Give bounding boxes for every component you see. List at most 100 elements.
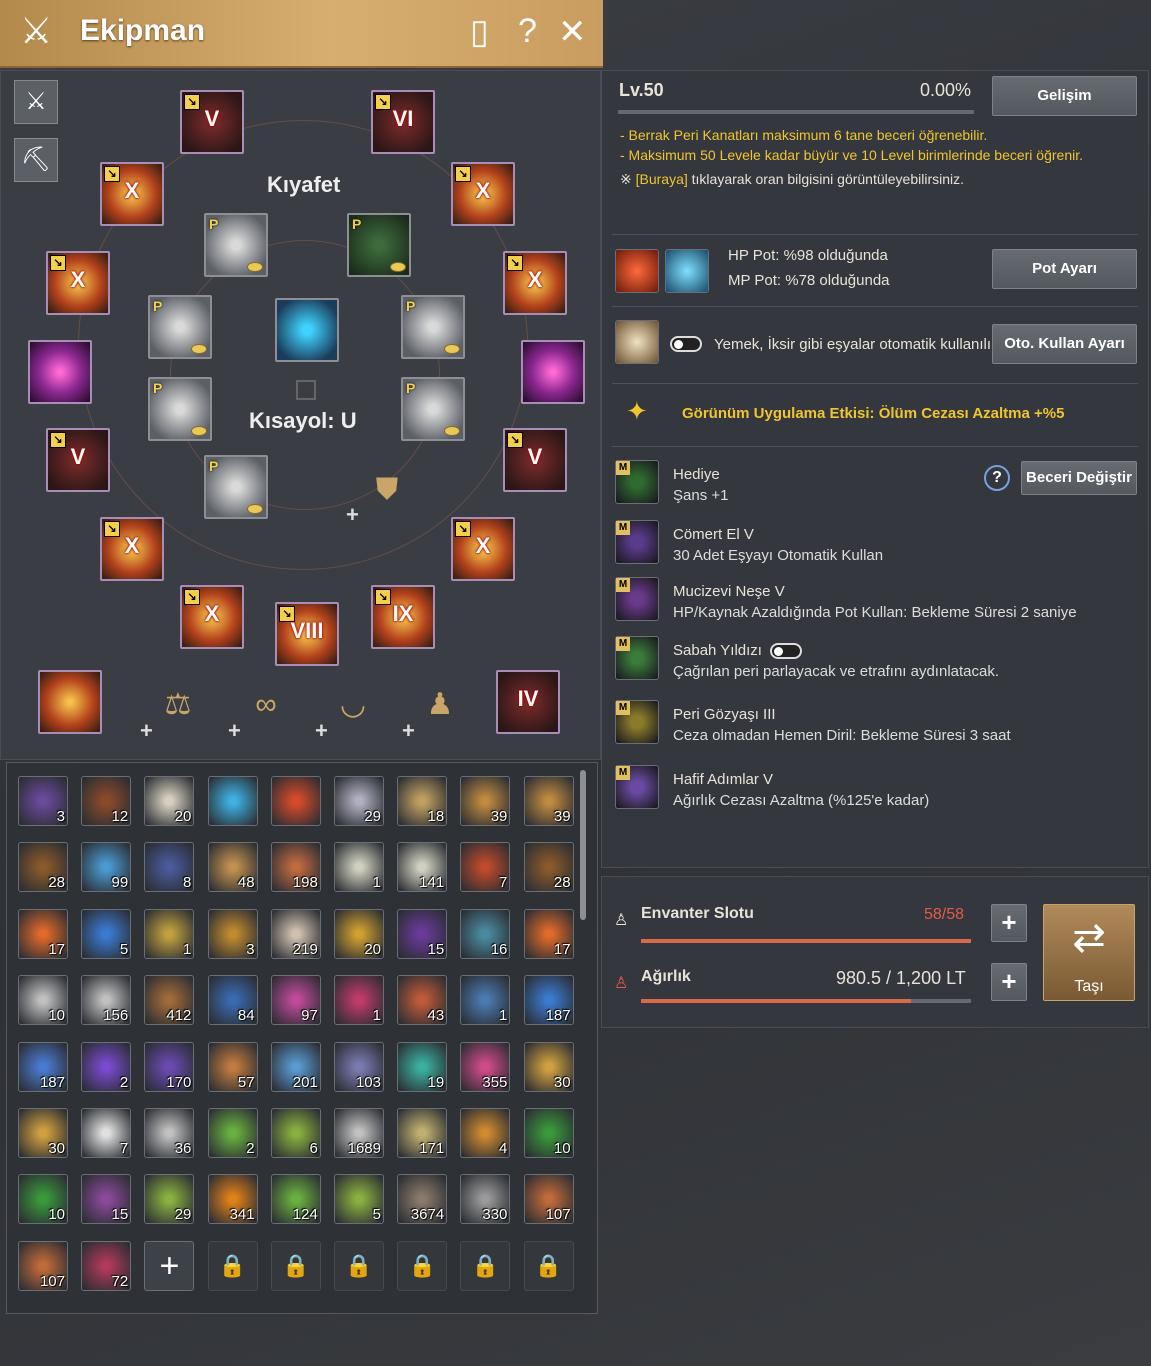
inventory-item[interactable]: 10 (18, 975, 68, 1026)
outfit-gloves-slot[interactable]: P (148, 295, 212, 359)
inventory-item[interactable]: 2 (207, 1108, 258, 1158)
lantern-slot[interactable]: ⚖ (153, 680, 203, 730)
inventory-item[interactable]: 48 (207, 842, 258, 893)
inventory-item[interactable]: 170 (144, 1041, 195, 1092)
morning-star-toggle[interactable] (770, 643, 802, 659)
belt-slot[interactable]: ↘ X (180, 585, 244, 649)
inventory-item[interactable]: 1 (144, 908, 195, 959)
inventory-item[interactable]: 29 (334, 776, 384, 826)
inventory-item[interactable]: 15 (397, 908, 448, 959)
armor-slot[interactable]: ↘ VI (371, 90, 435, 154)
gloves-slot[interactable]: ↘ V (503, 428, 567, 492)
tool-tab-icon[interactable]: ⛏ (14, 138, 58, 182)
skill-icon[interactable]: M (615, 700, 659, 744)
inventory-item[interactable]: 1 (334, 975, 384, 1026)
change-skill-button[interactable]: Beceri Değiştir (1021, 461, 1137, 495)
inventory-item[interactable]: 57 (207, 1041, 258, 1092)
inventory-item[interactable]: 2 (81, 1041, 132, 1092)
inventory-item[interactable]: 20 (334, 908, 384, 959)
outfit-weapon-slot[interactable]: P (148, 377, 212, 441)
inventory-item[interactable]: 1 (460, 975, 511, 1026)
inventory-item[interactable]: 103 (334, 1041, 384, 1092)
boots-slot[interactable]: ↘ V (46, 428, 110, 492)
inventory-item[interactable]: 39 (523, 776, 574, 826)
inventory-item[interactable]: 124 (270, 1174, 321, 1225)
earring-slot-1[interactable]: ↘ X (451, 517, 515, 581)
skill-icon[interactable]: M (615, 520, 659, 564)
inventory-item[interactable]: 107 (18, 1240, 68, 1291)
skill-icon[interactable]: M (615, 765, 659, 809)
ring-slot-1[interactable]: ↘ X (451, 162, 515, 226)
inventory-item[interactable]: 4 (460, 1108, 511, 1158)
subweapon-slot[interactable]: ↘ X (46, 251, 110, 315)
inventory-item[interactable]: 156 (81, 975, 132, 1026)
eyewear-slot[interactable]: ∞ (241, 680, 291, 730)
inventory-item[interactable]: 3674 (397, 1174, 448, 1225)
move-button[interactable]: ⇄ Taşı (1043, 904, 1135, 1001)
inventory-item[interactable]: 330 (460, 1174, 511, 1225)
inventory-item[interactable]: 219 (270, 908, 321, 959)
help-icon[interactable]: ? (518, 12, 537, 51)
ring-slot-2[interactable]: ↘ X (503, 251, 567, 315)
inventory-item[interactable]: 43 (397, 975, 448, 1026)
inventory-item[interactable]: 99 (81, 842, 132, 893)
close-icon[interactable]: ✕ (558, 12, 587, 52)
inventory-item[interactable]: 3 (18, 776, 68, 826)
inventory-item[interactable]: 29 (144, 1174, 195, 1225)
inventory-item[interactable]: 17 (18, 908, 68, 959)
inventory-item[interactable]: 1 (334, 842, 384, 893)
weapon-slot[interactable]: ↘ X (100, 162, 164, 226)
earring-slot-2[interactable]: ↘ IX (371, 585, 435, 649)
orb-slot-left[interactable] (28, 340, 92, 404)
inventory-item[interactable]: 201 (270, 1041, 321, 1092)
inventory-item[interactable] (207, 776, 258, 826)
skill-icon[interactable]: M (615, 636, 659, 680)
combat-tab-icon[interactable]: ⚔ (14, 80, 58, 124)
inventory-item[interactable]: 30 (523, 1041, 574, 1092)
awakening-slot[interactable]: ↘ VIII (275, 602, 339, 666)
inventory-item[interactable]: 198 (270, 842, 321, 893)
skill-icon[interactable]: M (615, 460, 659, 504)
inventory-item[interactable]: 16 (460, 908, 511, 959)
cloak-slot[interactable]: ♟ (415, 680, 465, 730)
inventory-item[interactable]: 36 (144, 1108, 195, 1158)
inventory-item[interactable]: 18 (397, 776, 448, 826)
expand-slot-button[interactable]: + (991, 904, 1027, 942)
inventory-item[interactable]: 10 (18, 1174, 68, 1225)
inventory-item[interactable]: 7 (81, 1108, 132, 1158)
rate-info-link[interactable]: [Buraya] (636, 171, 688, 187)
outfit-center-slot[interactable] (275, 298, 339, 362)
inventory-item[interactable]: 19 (397, 1041, 448, 1092)
inventory-item[interactable]: 97 (270, 975, 321, 1026)
auto-use-toggle[interactable] (670, 336, 702, 352)
outfit-underwear-slot[interactable]: ⛊ (362, 465, 412, 515)
inventory-item[interactable]: 171 (397, 1108, 448, 1158)
inventory-item[interactable]: 6 (270, 1108, 321, 1158)
inventory-scrollbar[interactable] (580, 770, 586, 920)
inventory-item[interactable]: 355 (460, 1041, 511, 1092)
alchemy-stone-slot[interactable]: IV (496, 670, 560, 734)
orb-slot-right[interactable] (521, 340, 585, 404)
skill-icon[interactable]: M (615, 577, 659, 621)
inventory-item[interactable]: 5 (81, 908, 132, 959)
artifact-slot[interactable] (38, 670, 102, 734)
expand-weight-button[interactable]: + (991, 963, 1027, 1001)
develop-button[interactable]: Gelişim (992, 76, 1137, 116)
outfit-awakening-slot[interactable]: P (204, 455, 268, 519)
inventory-item[interactable]: 30 (18, 1108, 68, 1158)
inventory-item[interactable]: 28 (523, 842, 574, 893)
add-slot-button[interactable]: + (144, 1240, 195, 1291)
inventory-item[interactable]: 187 (523, 975, 574, 1026)
inventory-item[interactable]: 187 (18, 1041, 68, 1092)
inventory-item[interactable]: 10 (523, 1108, 574, 1158)
auto-use-settings-button[interactable]: Oto. Kullan Ayarı (992, 324, 1137, 364)
helmet-slot[interactable]: ↘ V (180, 90, 244, 154)
inventory-item[interactable]: 341 (207, 1174, 258, 1225)
inventory-item[interactable] (270, 776, 321, 826)
inventory-item[interactable]: 8 (144, 842, 195, 893)
inventory-item[interactable]: 20 (144, 776, 195, 826)
inventory-item[interactable]: 107 (523, 1174, 574, 1225)
mouth-slot[interactable]: ◡ (328, 680, 378, 730)
inventory-item[interactable]: 12 (81, 776, 132, 826)
shortcut-checkbox[interactable] (296, 380, 316, 400)
